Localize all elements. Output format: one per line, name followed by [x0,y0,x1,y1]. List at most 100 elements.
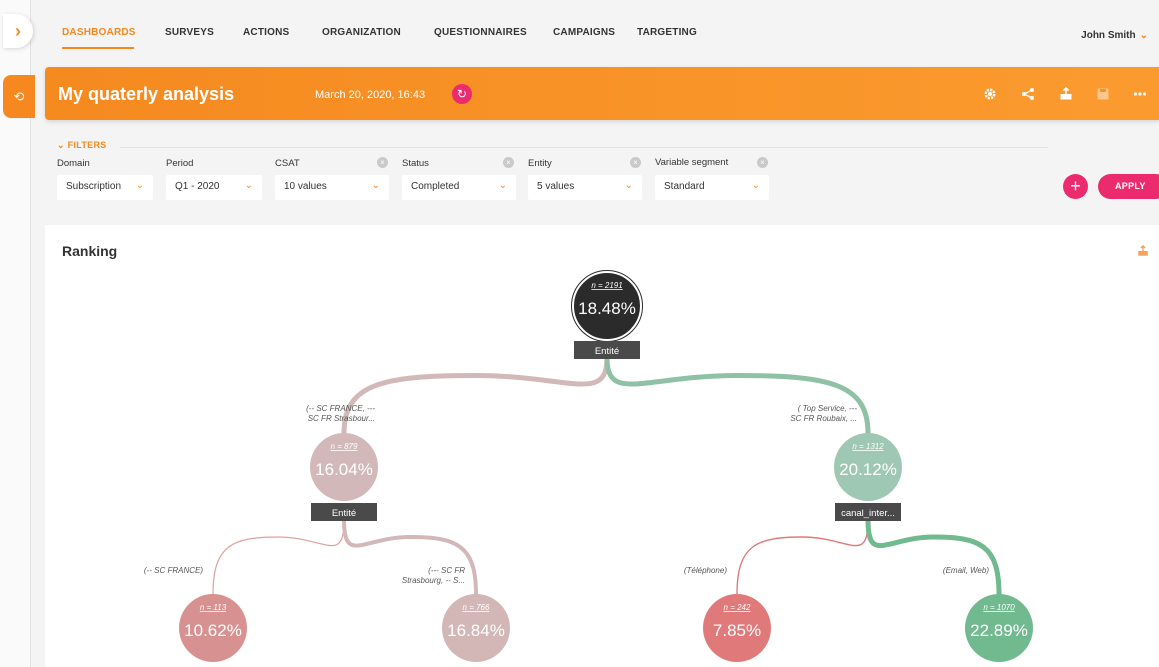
dashboard-title: My quaterly analysis [58,84,235,104]
nav-surveys[interactable]: SURVEYS [165,27,214,38]
period-select[interactable]: Q1 - 2020 ⌄ [166,175,262,200]
history-icon: ⟲ [13,88,25,104]
edge-label-rr: (Email, Web) [943,566,989,575]
dashboard-header: My quaterly analysis March 20, 2020, 16:… [45,67,1159,120]
edge-label-rl: (Téléphone) [684,566,727,575]
edge-label-left: SC FR Strasbour... [308,414,375,423]
nav-targeting[interactable]: TARGETING [637,27,697,38]
node-percentage: 10.62% [184,621,242,640]
tree-edge-rl [736,519,869,595]
csat-value: 10 values [284,181,327,192]
node-percentage: 16.04% [315,460,373,479]
chevron-down-icon: ⌄ [624,180,633,191]
edge-label-right: SC FR Roubaix, ... [790,414,857,423]
split-label: Entité [332,508,356,519]
node-count: n = 113 [200,603,227,612]
tree-edge-ll [212,519,345,595]
nav-questionnaires[interactable]: QUESTIONNAIRES [434,27,527,38]
filters-divider [120,147,1048,148]
node-count: n = 766 [463,603,490,612]
ranking-tree: (-- SC FRANCE, ---SC FR Strasbour... ( To… [144,270,1033,662]
export-icon[interactable] [1057,85,1075,103]
domain-select[interactable]: Subscription ⌄ [57,175,153,200]
user-menu[interactable]: John Smith ⌄ [1081,30,1148,41]
tree-edge-left [341,355,610,436]
tree-node-ll[interactable]: n = 113 10.62% [179,594,247,662]
variable-segment-select[interactable]: Standard ⌄ [655,175,769,200]
entity-select[interactable]: 5 values ⌄ [528,175,642,200]
history-button[interactable]: ⟲ [3,75,35,118]
clear-csat-icon[interactable]: × [377,157,388,168]
nav-organization[interactable]: ORGANIZATION [322,27,401,38]
user-name: John Smith [1081,30,1136,41]
add-filter-button[interactable]: + [1063,174,1088,199]
refresh-button[interactable]: ↻ [452,84,472,104]
domain-value: Subscription [66,181,122,192]
node-percentage: 18.48% [578,299,636,318]
chevron-down-icon: ⌄ [498,180,507,191]
filter-label-period: Period [166,158,194,169]
tree-node-rl[interactable]: n = 242 7.85% [703,594,771,662]
entity-value: 5 values [537,181,575,192]
variable-segment-value: Standard [664,181,705,192]
filters-toggle[interactable]: ⌄ FILTERS [57,140,107,151]
tree-node-left[interactable]: n = 879 16.04% Entité [310,433,378,521]
node-count: n = 2191 [591,281,622,290]
edge-label-right: ( Top Service, --- [798,404,858,413]
node-count: n = 1312 [852,442,884,451]
tree-node-rr[interactable]: n = 1070 22.89% [965,594,1033,662]
ranking-card: Ranking (-- SC FRANCE, --- SC FR Strasbou… [45,225,1159,667]
filter-label-domain: Domain [57,158,90,169]
left-rail: › ⟲ [0,0,35,667]
chevron-down-icon: ⌄ [371,180,380,191]
status-select[interactable]: Completed ⌄ [402,175,516,200]
node-count: n = 242 [724,603,751,612]
chevron-down-icon: ⌄ [57,140,65,150]
clear-entity-icon[interactable]: × [630,157,641,168]
period-value: Q1 - 2020 [175,181,220,192]
filter-label-status: Status [402,158,429,169]
more-icon[interactable] [1131,85,1149,103]
node-count: n = 1070 [983,603,1015,612]
edge-label-lr: (--- SC FR [428,566,465,575]
node-percentage: 7.85% [713,621,761,640]
dashboard-date: March 20, 2020, 16:43 [315,89,426,101]
share-icon[interactable] [1019,85,1037,103]
filter-label-entity: Entity [528,158,552,169]
plus-icon: + [1070,176,1081,196]
node-percentage: 20.12% [839,460,897,479]
nav-dashboards[interactable]: DASHBOARDS [62,27,136,38]
chevron-down-icon: ⌄ [244,180,253,191]
filters-label: FILTERS [67,140,107,150]
tree-node-right[interactable]: n = 1312 20.12% canal_inter... [834,433,902,521]
clear-variable-segment-icon[interactable]: × [757,157,768,168]
filter-label-variable-segment: Variable segment [655,157,729,168]
edge-label-left: (-- SC FRANCE, --- [306,404,375,413]
clear-status-icon[interactable]: × [503,157,514,168]
chevron-right-icon: › [15,20,21,41]
chevron-down-icon: ⌄ [135,180,144,191]
top-nav: DASHBOARDS SURVEYS ACTIONS ORGANIZATION … [31,0,1159,64]
edge-label-ll: (-- SC FRANCE) [144,566,203,575]
node-count: n = 879 [331,442,358,451]
node-percentage: 22.89% [970,621,1028,640]
tree-edge-rr [865,517,1002,597]
apply-button[interactable]: APPLY [1098,174,1159,199]
csat-select[interactable]: 10 values ⌄ [275,175,389,200]
edge-label-lr: Strasbourg, -- S... [402,576,465,585]
split-label: canal_inter... [841,508,895,519]
save-icon[interactable] [1094,85,1112,103]
status-value: Completed [411,181,460,192]
node-percentage: 16.84% [447,621,505,640]
expand-sidebar-button[interactable]: › [3,14,33,48]
chevron-down-icon: ⌄ [1139,30,1148,41]
active-tab-underline [62,47,134,49]
refresh-icon: ↻ [456,87,468,101]
split-label: Entité [595,346,619,357]
filter-label-csat: CSAT [275,158,300,169]
tree-node-lr[interactable]: n = 766 16.84% [442,594,510,662]
nav-campaigns[interactable]: CAMPAIGNS [553,27,615,38]
gear-icon[interactable] [981,85,999,103]
nav-actions[interactable]: ACTIONS [243,27,289,38]
tree-node-root[interactable]: n = 2191 18.48% Entité [571,270,643,360]
